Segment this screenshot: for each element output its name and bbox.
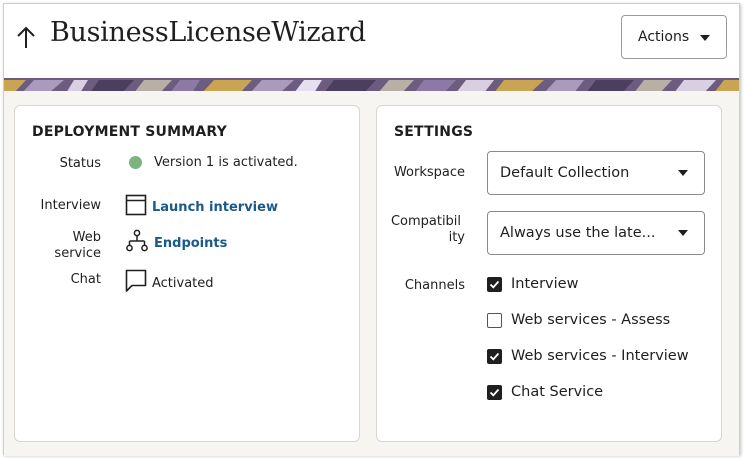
- page-title: BusinessLicenseWizard: [50, 17, 366, 48]
- chat-label: Chat: [70, 272, 101, 287]
- channel-interview-label: Interview: [511, 276, 579, 292]
- workspace-select-value: Default Collection: [500, 165, 630, 181]
- actions-menu-button[interactable]: Actions: [621, 15, 727, 59]
- deployment-summary-title: DEPLOYMENT SUMMARY: [32, 124, 227, 140]
- app-window: BusinessLicenseWizard Actions DEPLOYMENT…: [3, 3, 740, 456]
- web-service-value: Endpoints: [125, 229, 227, 257]
- compatibility-select-value: Always use the late...: [500, 225, 656, 241]
- back-arrow-icon[interactable]: [15, 22, 37, 52]
- status-value: Version 1 is activated.: [129, 155, 298, 170]
- status-text: Version 1 is activated.: [154, 155, 298, 170]
- web-service-label-line2: service: [54, 246, 101, 261]
- interview-label: Interview: [40, 198, 101, 213]
- network-icon: [125, 229, 149, 257]
- endpoints-link[interactable]: Endpoints: [154, 236, 227, 251]
- main-content: DEPLOYMENT SUMMARY Status Version 1 is a…: [4, 91, 739, 456]
- workspace-label: Workspace: [393, 165, 465, 180]
- chat-bubble-icon: [125, 269, 147, 297]
- settings-title: SETTINGS: [394, 124, 474, 140]
- launch-interview-link[interactable]: Launch interview: [152, 200, 278, 215]
- status-label: Status: [59, 156, 101, 171]
- web-service-label-line1: Web: [72, 230, 101, 245]
- interview-value: Launch interview: [125, 194, 278, 220]
- chevron-down-icon: [678, 230, 688, 236]
- chevron-down-icon: [678, 170, 688, 176]
- compatibility-select[interactable]: Always use the late...: [487, 211, 705, 255]
- checkbox-checked-icon[interactable]: [487, 384, 502, 400]
- checkbox-checked-icon[interactable]: [487, 348, 502, 364]
- compatibility-label-line1: Compatibil: [390, 214, 462, 229]
- checkbox-checked-icon[interactable]: [487, 276, 502, 292]
- channel-web-services-assess-checkbox[interactable]: Web services - Assess: [487, 312, 670, 328]
- checkbox-unchecked-icon[interactable]: [487, 312, 502, 328]
- settings-card: SETTINGS Workspace Default Collection Co…: [376, 105, 722, 442]
- channel-interview-checkbox[interactable]: Interview: [487, 276, 578, 292]
- chevron-down-icon: [700, 35, 710, 41]
- deployment-summary-card: DEPLOYMENT SUMMARY Status Version 1 is a…: [14, 105, 360, 442]
- workspace-select[interactable]: Default Collection: [487, 151, 705, 195]
- channel-web-services-interview-label: Web services - Interview: [511, 348, 689, 364]
- channel-web-services-interview-checkbox[interactable]: Web services - Interview: [487, 348, 689, 364]
- channel-web-services-assess-label: Web services - Assess: [511, 312, 671, 328]
- compatibility-label-line2: ity: [448, 230, 465, 245]
- channel-chat-service-label: Chat Service: [511, 384, 604, 400]
- window-icon: [125, 194, 147, 220]
- channel-chat-service-checkbox[interactable]: Chat Service: [487, 384, 603, 400]
- decorative-banner: [4, 78, 739, 91]
- compatibility-label: Compatibil ity: [387, 214, 465, 246]
- status-ok-icon: [129, 156, 142, 169]
- actions-button-label: Actions: [638, 29, 690, 45]
- chat-status-text: Activated: [152, 275, 214, 291]
- channels-label: Channels: [404, 278, 465, 293]
- page-header: BusinessLicenseWizard Actions: [4, 4, 739, 78]
- chat-value: Activated: [125, 269, 214, 297]
- web-service-label: Web service: [35, 230, 101, 262]
